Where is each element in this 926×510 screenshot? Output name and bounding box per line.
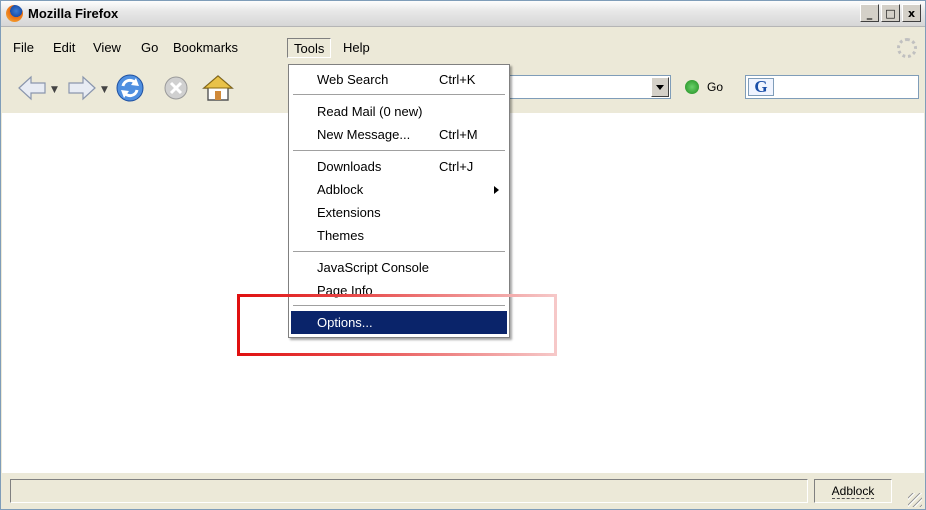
chevron-down-icon xyxy=(656,84,664,90)
home-icon xyxy=(202,75,234,101)
back-arrow-icon xyxy=(18,75,46,101)
go-button[interactable]: Go xyxy=(707,80,723,94)
back-button[interactable] xyxy=(15,71,49,105)
adblock-status-label: Adblock xyxy=(831,484,875,499)
forward-arrow-icon xyxy=(68,75,96,101)
stop-button[interactable] xyxy=(159,71,193,105)
status-bar: Adblock xyxy=(2,473,924,509)
title-bar[interactable]: Mozilla Firefox _ □ x xyxy=(1,1,925,27)
search-bar[interactable]: G xyxy=(745,75,919,99)
status-text-panel xyxy=(10,479,808,503)
menu-separator xyxy=(293,305,505,307)
shortcut-label: Ctrl+J xyxy=(439,159,474,174)
adblock-status-button[interactable]: Adblock xyxy=(814,479,892,503)
firefox-window: Mozilla Firefox _ □ x File Edit View Go … xyxy=(0,0,926,510)
shortcut-label: Ctrl+M xyxy=(439,127,478,142)
menu-item-read-mail[interactable]: Read Mail (0 new) xyxy=(291,100,507,123)
menu-item-options[interactable]: Options... xyxy=(291,311,507,334)
menu-item-new-message[interactable]: New Message... Ctrl+M xyxy=(291,123,507,146)
minimize-button[interactable]: _ xyxy=(860,4,879,22)
throbber-icon xyxy=(897,38,917,58)
stop-icon xyxy=(164,76,188,100)
tools-menu-dropdown: Web Search Ctrl+K Read Mail (0 new) New … xyxy=(288,64,510,338)
firefox-logo-icon xyxy=(6,5,23,22)
forward-button[interactable] xyxy=(65,71,99,105)
menu-item-javascript-console[interactable]: JavaScript Console xyxy=(291,256,507,279)
menu-separator xyxy=(293,150,505,152)
menu-bookmarks[interactable]: Bookmarks xyxy=(167,38,244,58)
menu-separator xyxy=(293,94,505,96)
menu-tools[interactable]: Tools xyxy=(287,38,332,58)
menu-file[interactable]: File xyxy=(7,38,40,58)
window-controls: _ □ x xyxy=(860,4,921,22)
menu-item-themes[interactable]: Themes xyxy=(291,224,507,247)
menu-bar: File Edit View Go Bookmarks Tools Help xyxy=(1,35,925,61)
resize-grip-icon[interactable] xyxy=(908,493,922,507)
search-engine-icon[interactable]: G xyxy=(748,78,774,96)
submenu-arrow-icon xyxy=(494,186,499,194)
menu-item-web-search[interactable]: Web Search Ctrl+K xyxy=(291,68,507,91)
window-title: Mozilla Firefox xyxy=(28,6,119,21)
menu-view[interactable]: View xyxy=(87,38,127,58)
menu-help[interactable]: Help xyxy=(337,38,376,58)
back-dropdown-icon[interactable]: ▼ xyxy=(51,85,58,95)
maximize-button[interactable]: □ xyxy=(881,4,900,22)
menu-item-downloads[interactable]: Downloads Ctrl+J xyxy=(291,155,507,178)
shortcut-label: Ctrl+K xyxy=(439,72,476,87)
menu-edit[interactable]: Edit xyxy=(47,38,81,58)
menu-separator xyxy=(293,251,505,253)
menu-item-page-info[interactable]: Page Info xyxy=(291,279,507,302)
menu-go[interactable]: Go xyxy=(135,38,164,58)
url-dropdown-button[interactable] xyxy=(651,77,669,97)
go-icon[interactable] xyxy=(685,80,699,94)
reload-button[interactable] xyxy=(113,71,147,105)
menu-item-adblock[interactable]: Adblock xyxy=(291,178,507,201)
menu-item-extensions[interactable]: Extensions xyxy=(291,201,507,224)
forward-dropdown-icon[interactable]: ▼ xyxy=(101,85,108,95)
home-button[interactable] xyxy=(201,71,235,105)
close-button[interactable]: x xyxy=(902,4,921,22)
reload-icon xyxy=(116,74,144,102)
url-bar[interactable] xyxy=(505,75,671,99)
